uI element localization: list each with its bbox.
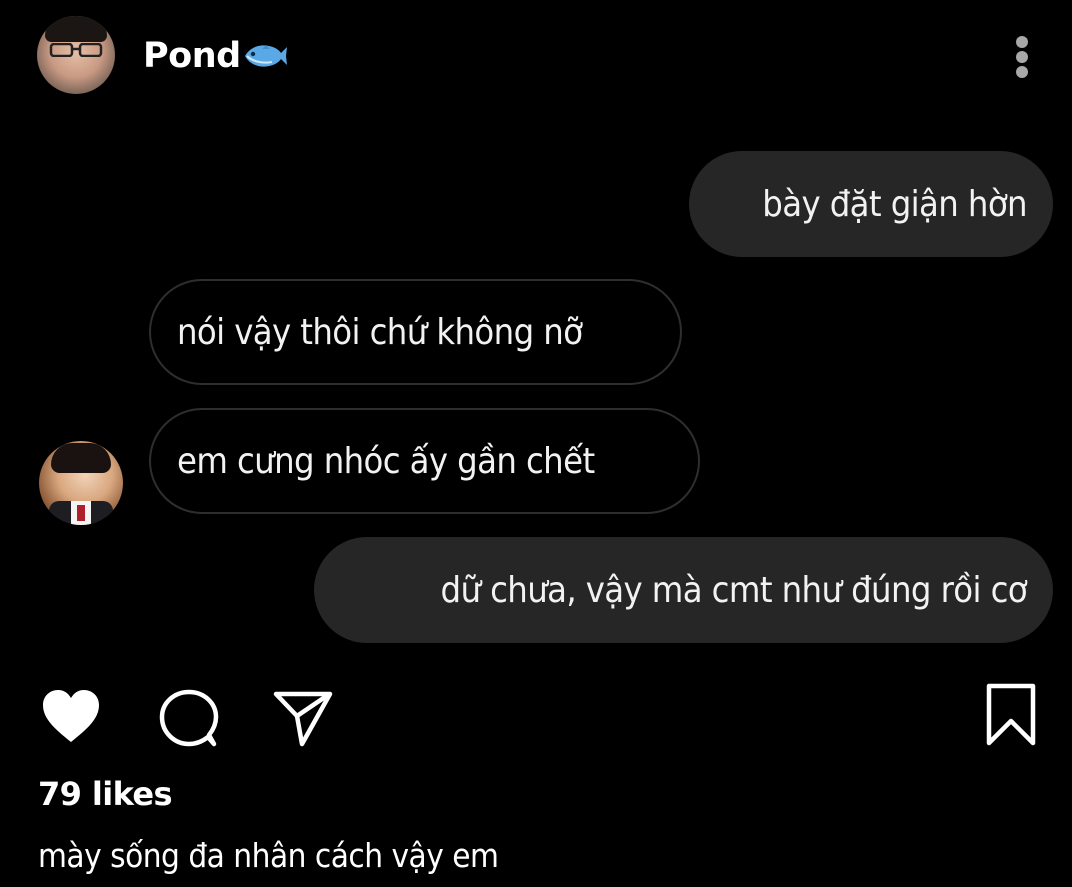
fish-icon [244, 45, 287, 67]
heart-icon[interactable] [41, 688, 101, 746]
post-header: Pond [0, 0, 1072, 112]
comment-icon[interactable] [158, 688, 220, 748]
message-sent: dữ chưa, vậy mà cmt như đúng rồi cơ [314, 537, 1053, 643]
message-received: em cưng nhóc ấy gần chết [149, 408, 700, 514]
username-text[interactable]: Pond [143, 34, 241, 78]
like-count[interactable]: 79 likes [38, 773, 173, 815]
bookmark-icon[interactable] [985, 683, 1037, 747]
glasses-graphic [49, 43, 103, 57]
message-text: nói vậy thôi chứ không nỡ [177, 311, 583, 353]
message-text: dữ chưa, vậy mà cmt như đúng rồi cơ [440, 569, 1027, 611]
message-text: bày đặt giận hờn [762, 183, 1027, 225]
post-caption: mày sống đa nhân cách vậy em [38, 836, 499, 875]
send-icon[interactable] [272, 688, 334, 748]
message-sent: bày đặt giận hờn [689, 151, 1053, 257]
message-text: em cưng nhóc ấy gần chết [177, 440, 595, 482]
sender-avatar[interactable] [39, 441, 123, 525]
message-received: nói vậy thôi chứ không nỡ [149, 279, 682, 385]
profile-avatar[interactable] [37, 16, 115, 94]
more-vertical-icon[interactable] [1008, 34, 1036, 80]
username[interactable]: Pond [143, 34, 288, 78]
